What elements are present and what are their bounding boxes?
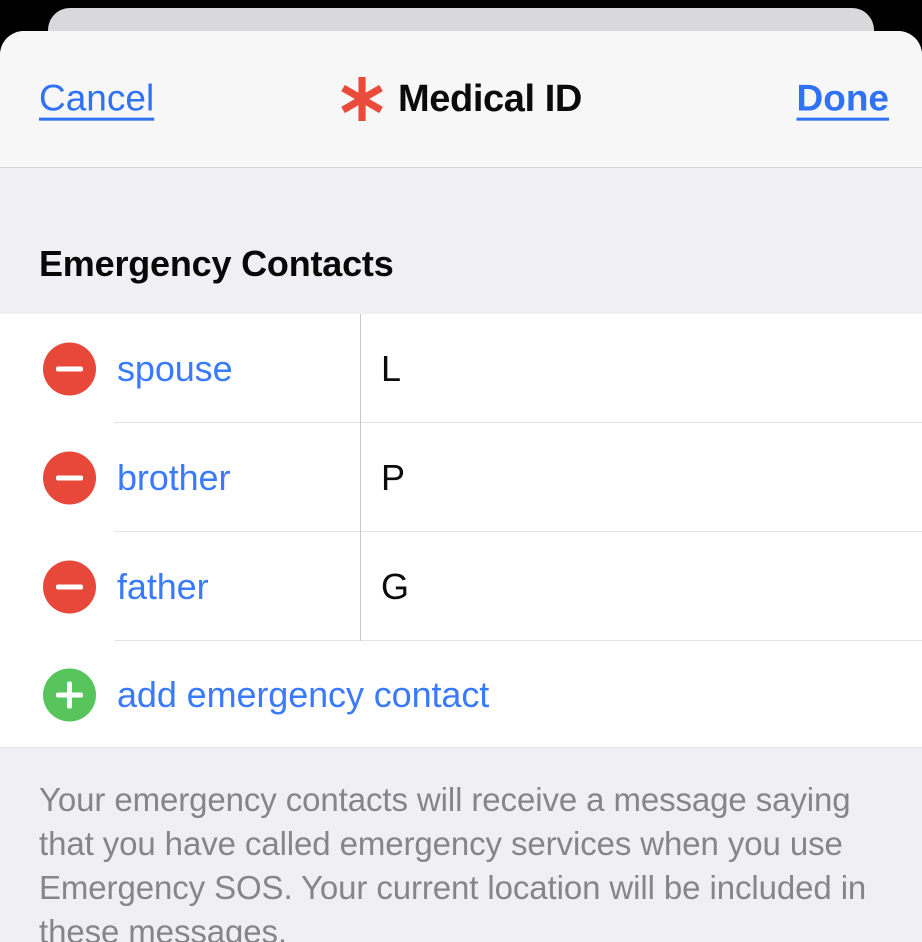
medical-asterisk-icon [341, 77, 383, 121]
contact-relation-label[interactable]: brother [117, 457, 230, 499]
column-separator [360, 314, 361, 641]
table-row[interactable]: spouse L [0, 314, 922, 423]
minus-glyph [56, 584, 83, 589]
contact-name-value[interactable]: P [381, 457, 405, 499]
plus-glyph-vertical [67, 681, 72, 708]
footer-note: Your emergency contacts will receive a m… [0, 748, 922, 942]
contact-name-value[interactable]: L [381, 348, 401, 390]
done-button[interactable]: Done [797, 78, 890, 120]
emergency-contacts-list: spouse L brother P father G add emergenc… [0, 314, 922, 748]
contact-relation-label[interactable]: spouse [117, 348, 233, 390]
section-title: Emergency Contacts [39, 243, 394, 284]
table-row[interactable]: father G [0, 532, 922, 641]
minus-circle-icon[interactable] [43, 451, 96, 504]
add-emergency-contact-label[interactable]: add emergency contact [117, 674, 489, 716]
contact-relation-label[interactable]: father [117, 566, 209, 608]
plus-circle-icon[interactable] [43, 668, 96, 721]
screen: Cancel Medical ID Done Emergency Contact… [0, 0, 922, 942]
contact-name-value[interactable]: G [381, 566, 409, 608]
medical-id-modal-sheet: Cancel Medical ID Done Emergency Contact… [0, 31, 922, 942]
minus-circle-icon[interactable] [43, 560, 96, 613]
page-title: Medical ID [340, 75, 582, 123]
minus-glyph [56, 475, 83, 480]
add-emergency-contact-row[interactable]: add emergency contact [0, 641, 922, 748]
footer-note-text: Your emergency contacts will receive a m… [39, 781, 867, 942]
table-row[interactable]: brother P [0, 423, 922, 532]
page-title-text: Medical ID [398, 77, 582, 120]
cancel-button[interactable]: Cancel [39, 78, 154, 120]
minus-circle-icon[interactable] [43, 342, 96, 395]
minus-glyph [56, 366, 83, 371]
emergency-contacts-section-header: Emergency Contacts [0, 168, 922, 314]
navigation-bar: Cancel Medical ID Done [0, 31, 922, 168]
